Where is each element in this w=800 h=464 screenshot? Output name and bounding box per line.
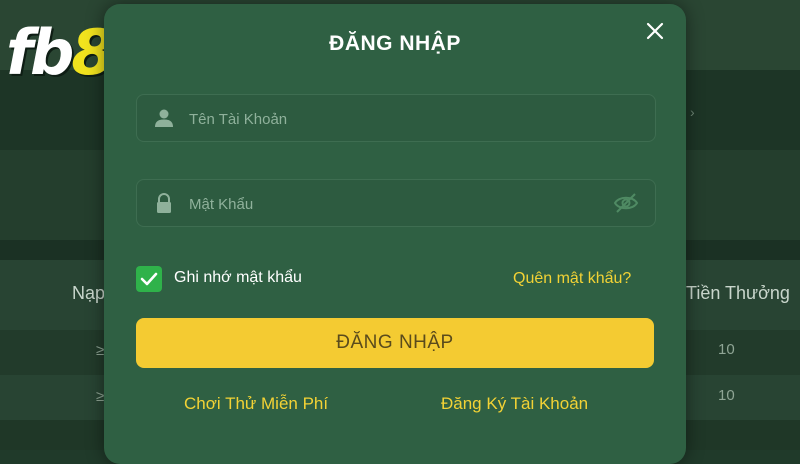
login-button[interactable]: ĐĂNG NHẬP [136,318,654,368]
close-button[interactable] [642,18,668,44]
user-icon [155,109,173,127]
login-modal: ĐĂNG NHẬP Ghi nhớ mật khẩu Quên mật kh [104,4,686,464]
close-icon [646,22,664,40]
background-column-bonus: Tiền Thưởng [686,283,790,303]
background-cell: 10 [718,341,735,358]
logo-text-prefix: fb [6,16,74,89]
remember-checkbox[interactable] [136,266,162,292]
lock-icon [157,193,171,213]
free-trial-link[interactable]: Chơi Thử Miễn Phí [184,394,328,414]
background-arrow: › [690,104,695,120]
remember-label[interactable]: Ghi nhớ mật khẩu [174,269,302,287]
password-input[interactable] [187,180,591,228]
background-cell: ≥ [96,388,105,405]
password-field[interactable] [136,179,656,228]
background-column-deposit: Nạp [72,283,106,303]
username-input[interactable] [187,95,591,143]
register-link[interactable]: Đăng Ký Tài Khoản [441,394,588,414]
check-icon [140,272,158,286]
background-cell: ≥ [96,342,105,359]
background-cell: 10 [718,387,735,404]
username-field[interactable] [136,94,656,143]
forgot-password-link[interactable]: Quên mật khẩu? [513,270,631,288]
modal-title: ĐĂNG NHẬP [329,32,461,55]
eye-slash-icon[interactable] [613,192,639,214]
